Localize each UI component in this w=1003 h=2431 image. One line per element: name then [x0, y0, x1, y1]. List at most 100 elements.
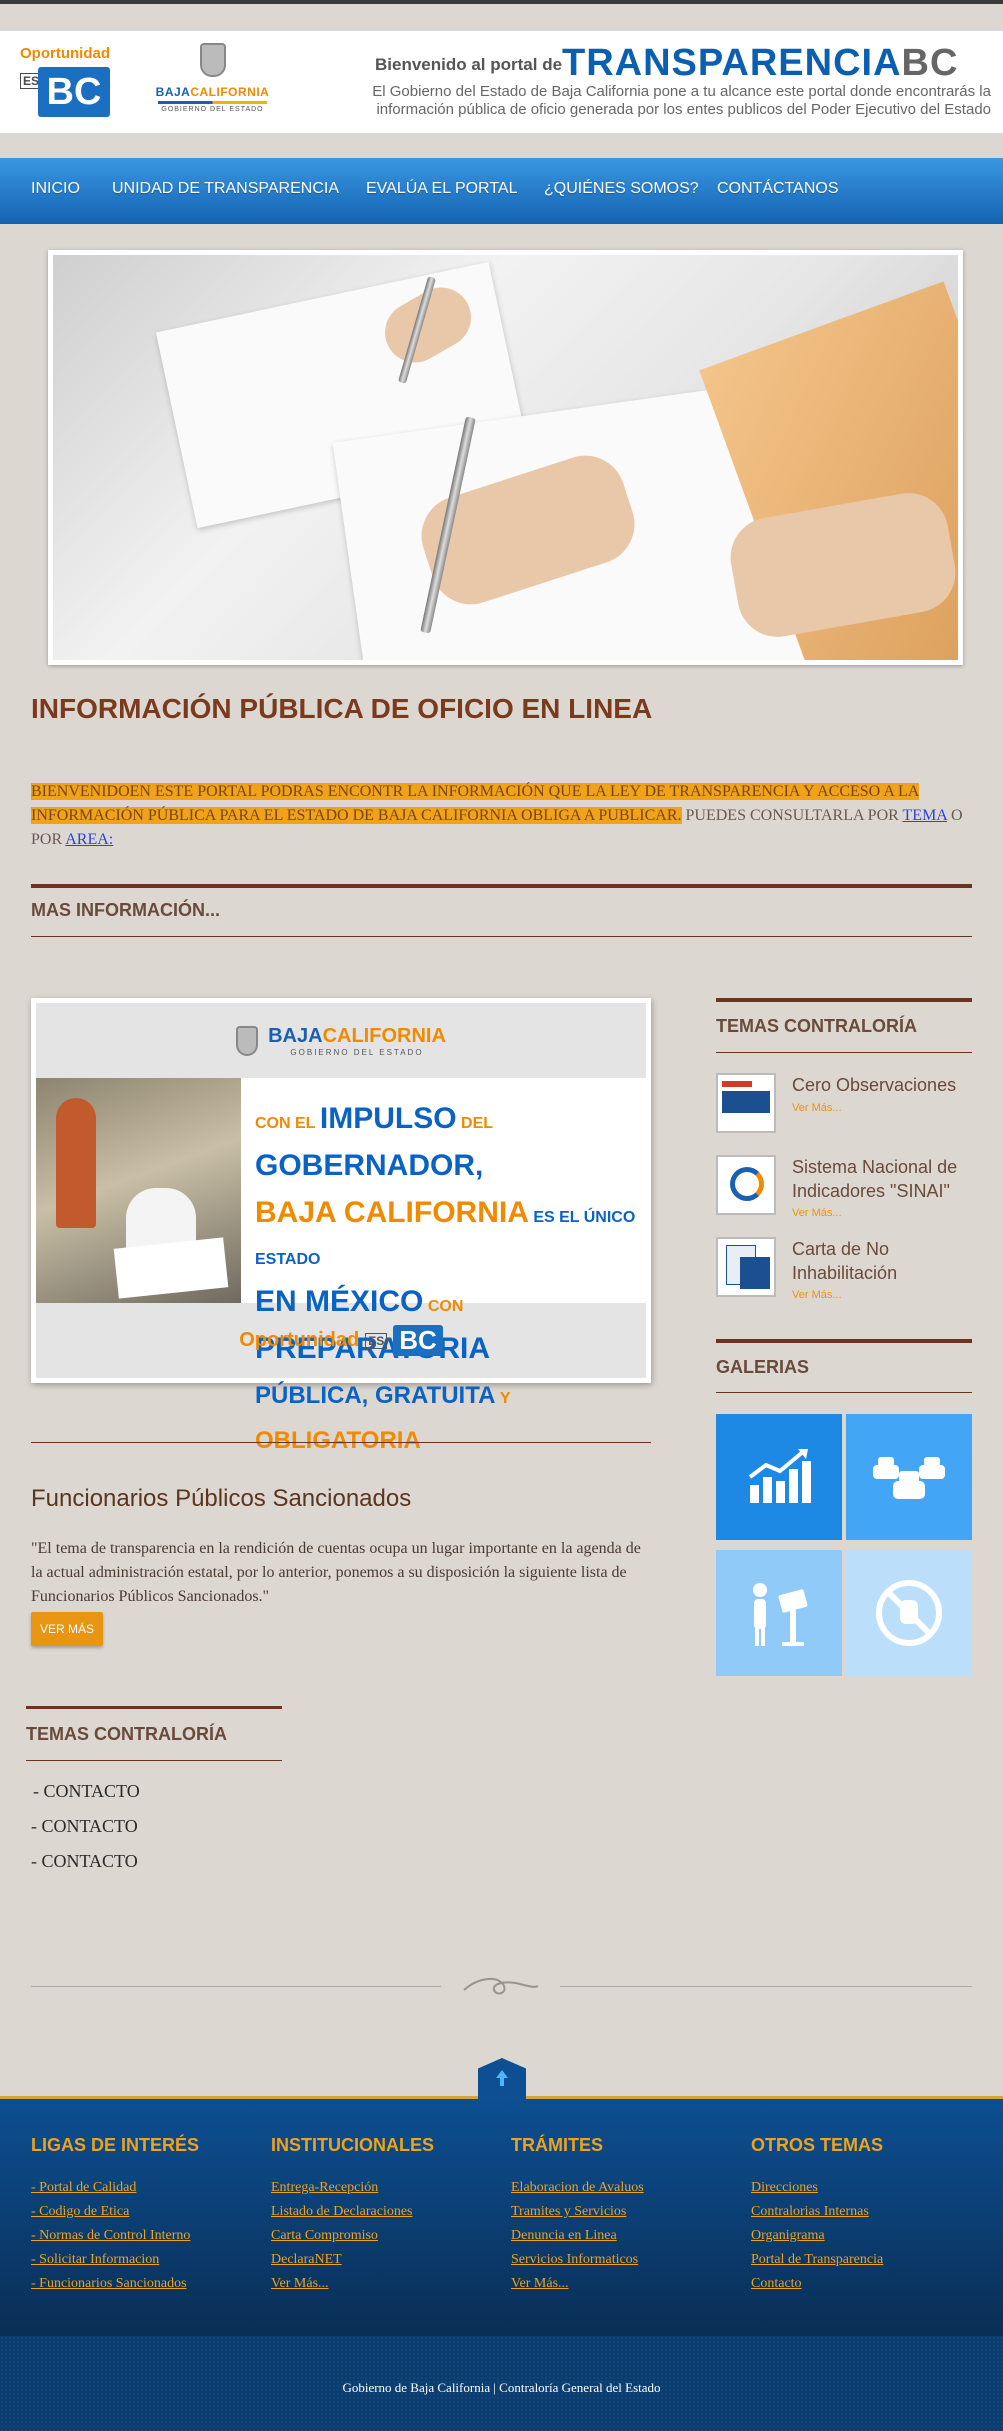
chart-icon [748, 1449, 811, 1503]
sidebar-temas-heading: TEMAS CONTRALORÍA [716, 1016, 917, 1036]
sidebar-item-label: Cero Observaciones [792, 1075, 957, 1095]
site-header: Oportunidad ES BC BAJACALIFORNIA GOBIERN… [0, 28, 1003, 136]
galerias-heading: GALERIAS [716, 1357, 810, 1377]
temas-contraloria-heading: TEMAS CONTRALORÍA [26, 1724, 227, 1744]
top-strip [0, 0, 1003, 4]
page-title: INFORMACIÓN PÚBLICA DE OFICIO EN LINEA [31, 693, 653, 724]
portal-brand: TRANSPARENCIABC [562, 42, 959, 84]
footer-col-title: TRÁMITES [511, 2135, 603, 2155]
nav-evalua-portal[interactable]: EVALÚA EL PORTAL [366, 180, 517, 198]
footer-col-ligas: LIGAS DE INTERÉS - Portal de Calidad - C… [31, 2135, 199, 2296]
hero-image-frame [48, 250, 963, 665]
sidebar-item-cero-observaciones[interactable]: Cero Observaciones Ver Más... [716, 1073, 972, 1143]
arrow-up-icon [496, 2070, 508, 2086]
sidebar-item-more[interactable]: Ver Más... [792, 1102, 842, 1114]
footer-link[interactable]: Denuncia en Linea [511, 2224, 644, 2248]
footer-link[interactable]: Listado de Declaraciones [271, 2200, 434, 2224]
footer-link[interactable]: Carta Compromiso [271, 2224, 434, 2248]
ornament-flourish-icon [463, 1978, 539, 1995]
footer-col-tramites: TRÁMITES Elaboracion de Avaluos Tramites… [511, 2135, 644, 2296]
banner-es: ES [365, 1332, 388, 1349]
banner-bc: BC [393, 1325, 443, 1356]
no-bribe-icon [876, 1580, 942, 1646]
section-rule [31, 1442, 651, 1443]
state-seal-icon [199, 43, 226, 77]
sidebar-item-sinai[interactable]: Sistema Nacional de Indicadores "SINAI" … [716, 1155, 972, 1225]
more-info-heading: MAS INFORMACIÓN... [31, 900, 220, 920]
contact-link[interactable]: - CONTACTO [31, 1816, 138, 1837]
observation-thumb-icon [716, 1073, 776, 1133]
welcome-heading: Bienvenido al portal de [375, 55, 563, 74]
cars-icon [873, 1457, 945, 1499]
funcionarios-heading: Funcionarios Públicos Sancionados [31, 1485, 412, 1512]
banner-gov-name: BAJACALIFORNIA [268, 1024, 446, 1047]
section-rule [31, 884, 972, 888]
nav-quienes-somos[interactable]: ¿QUIÉNES SOMOS? [544, 180, 699, 198]
banner-gov-sub: GOBIERNO DEL ESTADO [290, 1047, 424, 1057]
state-seal-icon [236, 1025, 259, 1056]
footer-col-otros: OTROS TEMAS Direcciones Contralorias Int… [751, 2135, 883, 2296]
link-area[interactable]: AREA: [65, 831, 113, 848]
footer-link[interactable]: Servicios Informaticos [511, 2248, 644, 2272]
sidebar-item-label: Carta de No Inhabilitación [792, 1239, 898, 1283]
banner-header: BAJACALIFORNIA GOBIERNO DEL ESTADO [36, 1003, 646, 1078]
logo-bc-text: BC [38, 67, 110, 117]
main-nav: INICIO UNIDAD DE TRANSPARENCIA EVALÚA EL… [0, 158, 1003, 224]
sidebar-item-carta-no-inhabilitacion[interactable]: Carta de No Inhabilitación Ver Más... [716, 1237, 972, 1307]
document-thumb-icon [716, 1237, 776, 1297]
section-rule [31, 936, 972, 937]
logo-opportunity-text: Oportunidad [20, 45, 110, 62]
sidebar-item-label: Sistema Nacional de Indicadores "SINAI" [792, 1157, 958, 1201]
oportunidad-bc-logo[interactable]: Oportunidad ES BC [20, 45, 115, 117]
gobierno-logo[interactable]: BAJACALIFORNIA GOBIERNO DEL ESTADO [150, 43, 275, 123]
funcionarios-text: "El tema de transparencia en la rendició… [31, 1540, 641, 1605]
sinai-thumb-icon [716, 1155, 776, 1215]
portal-intro: El Gobierno del Estado de Baja Californi… [372, 83, 991, 118]
sidebar-rule [716, 1339, 972, 1343]
link-tema[interactable]: TEMA [903, 807, 947, 824]
footer-link[interactable]: Tramites y Servicios [511, 2200, 644, 2224]
nav-contactanos[interactable]: CONTÁCTANOS [717, 180, 838, 198]
gallery-kiosk[interactable] [716, 1550, 842, 1676]
gov-logo-sub: GOBIERNO DEL ESTADO [161, 106, 264, 113]
nav-inicio[interactable]: INICIO [31, 180, 80, 198]
sidebar-rule [716, 1392, 972, 1393]
contact-link[interactable]: - CONTACTO [33, 1781, 140, 1802]
footer-link[interactable]: Organigrama [751, 2224, 883, 2248]
sidebar-item-more[interactable]: Ver Más... [792, 1289, 842, 1301]
footer-link[interactable]: Direcciones [751, 2176, 883, 2200]
footer-link[interactable]: Elaboracion de Avaluos [511, 2176, 644, 2200]
footer-link[interactable]: Contralorias Internas [751, 2200, 883, 2224]
footer-link[interactable]: - Normas de Control Interno [31, 2224, 199, 2248]
footer-link[interactable]: - Solicitar Informacion [31, 2248, 199, 2272]
footer-link[interactable]: Contacto [751, 2272, 883, 2296]
ver-mas-button[interactable]: VER MÁS [31, 1612, 103, 1646]
gov-logo-name: BAJACALIFORNIA [155, 85, 270, 99]
hero-writing-photo [53, 255, 958, 660]
students-photo [36, 1078, 241, 1303]
banner-opportunity: Oportunidad [239, 1329, 360, 1351]
gallery-no-bribe[interactable] [846, 1550, 972, 1676]
footer-link[interactable]: - Funcionarios Sancionados [31, 2272, 199, 2296]
preparatoria-banner[interactable]: BAJACALIFORNIA GOBIERNO DEL ESTADO CON E… [31, 998, 651, 1454]
footer-link[interactable]: Portal de Transparencia [751, 2248, 883, 2272]
footer-col-title: LIGAS DE INTERÉS [31, 2135, 200, 2155]
sidebar-item-more[interactable]: Ver Más... [792, 1207, 842, 1219]
back-to-top-button[interactable] [478, 2058, 526, 2100]
footer-link[interactable]: Ver Más... [511, 2272, 644, 2296]
page-divider [31, 1986, 441, 1987]
footer-link[interactable]: - Portal de Calidad [31, 2176, 199, 2200]
footer-link[interactable]: Entrega-Recepción [271, 2176, 434, 2200]
page-divider [560, 1986, 972, 1987]
footer-link[interactable]: Ver Más... [271, 2272, 434, 2296]
footer-link[interactable]: - Codigo de Etica [31, 2200, 199, 2224]
nav-unidad-transparencia[interactable]: UNIDAD DE TRANSPARENCIA [112, 180, 339, 198]
footer-copyright: Gobierno de Baja California | Contralorí… [342, 2380, 661, 2395]
footer-link[interactable]: DeclaraNET [271, 2248, 434, 2272]
footer-col-title: INSTITUCIONALES [271, 2135, 435, 2155]
gallery-chart[interactable] [716, 1414, 842, 1540]
contact-link[interactable]: - CONTACTO [31, 1851, 138, 1872]
gallery-traffic[interactable] [846, 1414, 972, 1540]
section-rule [26, 1706, 282, 1709]
welcome-paragraph: BIENVENIDOEN ESTE PORTAL PODRAS ENCONTR … [31, 783, 963, 848]
